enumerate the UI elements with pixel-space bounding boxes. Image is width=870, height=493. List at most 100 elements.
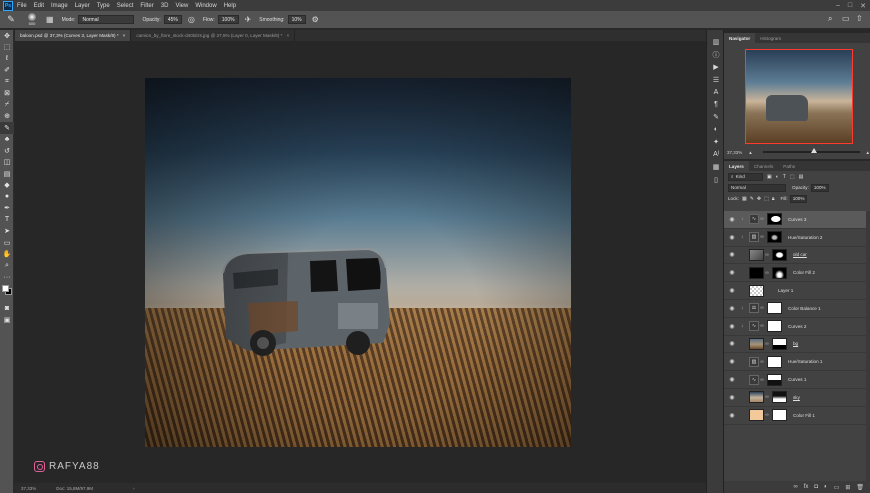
mask-link-icon[interactable]: ∞ — [759, 216, 765, 222]
filter-kind-select[interactable]: ⌕ Kind — [728, 172, 763, 181]
layer-mask-thumbnail[interactable] — [772, 391, 787, 404]
tab-channels[interactable]: Channels — [749, 161, 778, 171]
dodge-tool-icon[interactable]: ● — [0, 191, 14, 203]
layer-row[interactable]: ◉ ∿ ∞ Curves 1 — [724, 371, 870, 389]
frame-tool-icon[interactable]: ⊠ — [0, 88, 14, 100]
lasso-tool-icon[interactable]: ℓ — [0, 53, 14, 65]
visibility-eye-icon[interactable]: ◉ — [727, 234, 737, 241]
menu-view[interactable]: View — [175, 3, 188, 9]
visibility-eye-icon[interactable]: ◉ — [727, 269, 737, 276]
menu-layer[interactable]: Layer — [75, 3, 90, 9]
actions-panel-icon[interactable]: ▶ — [707, 61, 725, 74]
menu-filter[interactable]: Filter — [140, 3, 153, 9]
type-tool-icon[interactable]: T — [0, 214, 14, 226]
opacity-field[interactable]: 45% — [163, 15, 182, 24]
clone-stamp-tool-icon[interactable]: ♣ — [0, 134, 14, 146]
curves-adjustment-icon[interactable]: ∿ — [749, 374, 759, 385]
menu-edit[interactable]: Edit — [34, 3, 44, 9]
flow-field[interactable]: 100% — [217, 15, 239, 24]
healing-tool-icon[interactable]: ⊕ — [0, 111, 14, 123]
quick-select-tool-icon[interactable]: ✐ — [0, 65, 14, 77]
layer-row[interactable]: ◉ ∞ old car — [724, 247, 870, 265]
character-panel-icon[interactable]: A — [707, 86, 725, 99]
color-swatches[interactable] — [0, 283, 14, 303]
search-icon[interactable]: ⌕ — [828, 14, 832, 24]
eraser-tool-icon[interactable]: ◫ — [0, 157, 14, 169]
fill-color-thumbnail[interactable] — [749, 409, 764, 422]
tab-camion[interactable]: camion_by_ftore_stock-d40lolzs.jpg @ 27,… — [131, 30, 296, 41]
layer-mask-thumbnail[interactable] — [767, 231, 782, 244]
layer-mask-thumbnail[interactable] — [772, 409, 787, 422]
layers-scrollbar[interactable] — [866, 211, 870, 481]
canvas-area[interactable]: RAFYA88 — [15, 41, 706, 482]
adjustments-panel-icon[interactable]: ◐ — [707, 124, 725, 137]
mask-link-icon[interactable]: ∞ — [759, 359, 765, 365]
layer-thumbnail[interactable] — [749, 248, 764, 261]
curves-adjustment-icon[interactable]: ∿ — [749, 321, 759, 332]
hue-saturation-adjustment-icon[interactable]: ▥ — [749, 232, 759, 243]
visibility-eye-icon[interactable]: ◉ — [727, 287, 737, 294]
layer-mask-thumbnail[interactable] — [767, 302, 782, 315]
document-canvas[interactable] — [145, 78, 571, 447]
mask-link-icon[interactable]: ∞ — [764, 252, 770, 258]
visibility-eye-icon[interactable]: ◉ — [727, 305, 737, 312]
libraries-panel-icon[interactable]: ▯ — [707, 174, 725, 187]
layer-style-icon[interactable]: fx — [804, 484, 809, 490]
gradient-tool-icon[interactable]: ▤ — [0, 168, 14, 180]
more-tools-icon[interactable]: ··· — [0, 272, 14, 284]
menu-image[interactable]: Image — [51, 3, 68, 9]
mask-link-icon[interactable]: ∞ — [759, 323, 765, 329]
mask-link-icon[interactable]: ∞ — [764, 394, 770, 400]
styles-panel-icon[interactable]: ✦ — [707, 136, 725, 149]
menu-type[interactable]: Type — [97, 3, 110, 9]
quick-mask-icon[interactable]: ◙ — [0, 303, 14, 315]
mask-link-icon[interactable]: ∞ — [759, 234, 765, 240]
filter-shape-icon[interactable]: ⬚ — [790, 174, 795, 180]
mask-link-icon[interactable]: ∞ — [759, 305, 765, 311]
fill-field[interactable]: 100% — [789, 194, 808, 203]
mode-select[interactable]: Normal — [78, 15, 135, 24]
airbrush-icon[interactable]: ✈ — [245, 15, 252, 24]
glyphs-panel-icon[interactable]: Aᴵ — [707, 149, 725, 162]
brush-settings-icon[interactable]: ▦ — [46, 15, 54, 24]
navigator-zoom-slider[interactable] — [762, 148, 860, 153]
layer-mask-thumbnail[interactable] — [767, 355, 782, 368]
layer-mask-thumbnail[interactable] — [772, 337, 787, 350]
close-icon[interactable]: × — [286, 33, 289, 38]
layer-mask-thumbnail[interactable] — [767, 213, 782, 226]
tab-baloon[interactable]: baloon.psd @ 37,3% (Curves 3, Layer Mask… — [15, 30, 132, 41]
zoom-in-icon[interactable]: ▲ — [866, 150, 870, 155]
visibility-eye-icon[interactable]: ◉ — [727, 358, 737, 365]
paragraph-panel-icon[interactable]: ¶ — [707, 99, 725, 112]
close-icon[interactable]: × — [123, 33, 126, 38]
link-layers-icon[interactable]: ∞ — [793, 484, 797, 490]
pressure-opacity-icon[interactable]: ◎ — [188, 15, 195, 24]
properties-panel-icon[interactable]: ☰ — [707, 74, 725, 87]
new-adjustment-icon[interactable]: ◐ — [824, 484, 828, 490]
swatches-panel-icon[interactable]: ▦ — [707, 161, 725, 174]
layer-mask-thumbnail[interactable] — [772, 266, 787, 279]
new-group-icon[interactable]: ▭ — [834, 484, 840, 491]
tab-navigator[interactable]: Navigator — [724, 33, 756, 43]
mask-link-icon[interactable]: ∞ — [764, 341, 770, 347]
delete-layer-icon[interactable]: 🗑︎ — [856, 484, 864, 491]
mask-link-icon[interactable]: ∞ — [764, 412, 770, 418]
layer-row[interactable]: ◉ ∞ Color Fill 2 — [724, 264, 870, 283]
workspace-icon[interactable]: ▭ — [842, 14, 850, 23]
tab-paths[interactable]: Paths — [778, 161, 800, 171]
status-menu-icon[interactable]: › — [133, 486, 135, 491]
filter-type-icon[interactable]: T — [783, 174, 786, 180]
layer-row[interactable]: ◉ ↓ ⚖ ∞ Color Balance 1 — [724, 300, 870, 318]
zoom-readout[interactable]: 37,33% — [21, 486, 36, 491]
lock-all-icon[interactable]: 🔒︎ — [772, 196, 775, 202]
navigator-preview[interactable] — [745, 49, 853, 144]
maximize-icon[interactable]: □ — [848, 2, 852, 9]
filter-adjustment-icon[interactable]: ◐ — [776, 174, 779, 180]
visibility-eye-icon[interactable]: ◉ — [727, 340, 737, 347]
brush-preset-picker[interactable]: 500 — [24, 12, 40, 27]
add-mask-icon[interactable]: ◘ — [814, 484, 818, 490]
color-balance-adjustment-icon[interactable]: ⚖ — [749, 303, 759, 314]
layer-opacity-field[interactable]: 100% — [810, 183, 829, 192]
history-brush-tool-icon[interactable]: ↺ — [0, 145, 14, 157]
mask-link-icon[interactable]: ∞ — [759, 377, 765, 383]
